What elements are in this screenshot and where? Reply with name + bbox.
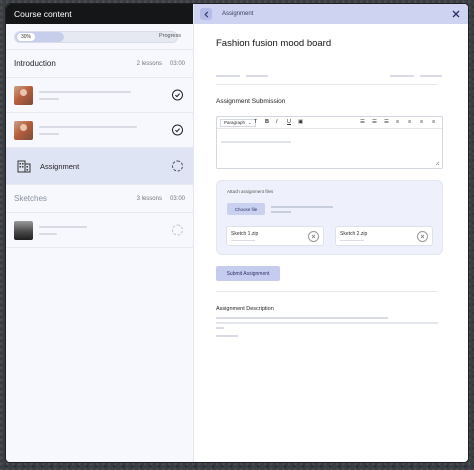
assignment-header: Assignment bbox=[194, 4, 468, 24]
attached-file: Sketch 2.zip bbox=[335, 226, 433, 246]
progress-percent: 30% bbox=[17, 32, 35, 41]
submit-assignment-button[interactable]: Submit Assignment bbox=[216, 266, 280, 281]
lesson-item[interactable] bbox=[6, 213, 193, 248]
divider bbox=[216, 291, 438, 292]
file-path-placeholder bbox=[271, 211, 291, 213]
align-justify-icon[interactable]: ≡ bbox=[432, 119, 435, 125]
lesson-text-placeholder bbox=[39, 125, 137, 135]
back-button[interactable] bbox=[200, 8, 212, 20]
lesson-thumbnail bbox=[14, 120, 33, 140]
file-name: Sketch 1.zip bbox=[231, 231, 259, 237]
lesson-thumbnail bbox=[14, 220, 33, 240]
lessons-count: 2 lessons bbox=[136, 60, 162, 67]
file-path-placeholder bbox=[271, 206, 333, 208]
rich-text-editor[interactable]: Paragraph ⌄ T B I U ▣ ☰ ☰ ☰ ≡ ≡ ≡ ≡ bbox=[216, 116, 443, 169]
incomplete-status-icon bbox=[172, 160, 183, 172]
section-duration: 03:00 bbox=[169, 195, 185, 202]
meta-placeholder bbox=[420, 75, 442, 77]
section-meta: 2 lessons 03:00 bbox=[137, 61, 185, 67]
section-title: Introduction bbox=[14, 59, 56, 68]
meta-placeholder bbox=[216, 75, 240, 77]
description-placeholder bbox=[216, 335, 238, 337]
align-right-icon[interactable]: ≡ bbox=[420, 119, 423, 125]
resize-handle-icon[interactable] bbox=[435, 161, 440, 166]
bold-icon[interactable]: B bbox=[265, 119, 269, 125]
description-title: Assignment Description bbox=[216, 306, 274, 312]
image-icon[interactable]: ▣ bbox=[298, 119, 303, 125]
assignment-label: Assignment bbox=[40, 161, 80, 171]
sidebar-title: Course content bbox=[14, 9, 72, 19]
divider bbox=[216, 84, 438, 85]
lesson-item[interactable] bbox=[6, 113, 193, 148]
indent-icon[interactable]: ☰ bbox=[384, 119, 389, 125]
section-introduction[interactable]: Introduction 2 lessons 03:00 bbox=[6, 50, 193, 78]
meta-placeholder bbox=[390, 75, 414, 77]
align-left-icon[interactable]: ≡ bbox=[396, 119, 399, 125]
header-title: Assignment bbox=[222, 11, 254, 17]
bullet-list-icon[interactable]: ☰ bbox=[360, 119, 365, 125]
meta-placeholder bbox=[246, 75, 268, 77]
description-placeholder bbox=[216, 317, 388, 319]
assignment-building-icon bbox=[17, 160, 31, 173]
chevron-left-icon bbox=[203, 10, 208, 18]
numbered-list-icon[interactable]: ☰ bbox=[372, 119, 377, 125]
progress-bar: 30% bbox=[14, 30, 178, 43]
lesson-text-placeholder bbox=[39, 90, 131, 100]
close-icon[interactable] bbox=[451, 9, 461, 19]
choose-file-button[interactable]: Choose file bbox=[227, 203, 265, 215]
underline-icon[interactable]: U bbox=[287, 119, 291, 125]
align-center-icon[interactable]: ≡ bbox=[408, 119, 411, 125]
attached-file: Sketch 1.zip bbox=[226, 226, 324, 246]
lessons-count: 3 lessons bbox=[136, 195, 162, 202]
submission-title: Assignment Submission bbox=[216, 98, 286, 105]
text-size-icon[interactable]: T bbox=[254, 119, 257, 125]
file-upload-card: Attach assignment files Choose file Sket… bbox=[216, 180, 443, 255]
app-window: Course content 30% Progress Introduction… bbox=[6, 4, 468, 462]
close-icon bbox=[420, 234, 425, 239]
description-placeholder bbox=[216, 327, 224, 329]
page-title: Fashion fusion mood board bbox=[216, 38, 332, 49]
editor-toolbar: Paragraph ⌄ T B I U ▣ ☰ ☰ ☰ ≡ ≡ ≡ ≡ bbox=[217, 117, 442, 129]
section-sketches[interactable]: Sketches 3 lessons 03:00 bbox=[6, 185, 193, 213]
close-icon bbox=[311, 234, 316, 239]
completed-check-icon bbox=[172, 124, 183, 136]
section-title: Sketches bbox=[14, 194, 47, 203]
course-sidebar: Course content 30% Progress Introduction… bbox=[6, 4, 194, 462]
completed-check-icon bbox=[172, 89, 183, 101]
lesson-item[interactable] bbox=[6, 78, 193, 113]
lesson-item-assignment[interactable]: Assignment bbox=[6, 148, 193, 185]
italic-icon[interactable]: I bbox=[276, 119, 278, 125]
assignment-panel: Assignment Fashion fusion mood board Ass… bbox=[194, 4, 468, 462]
description-placeholder bbox=[216, 322, 438, 324]
format-select[interactable]: Paragraph ⌄ bbox=[220, 118, 256, 127]
upload-label: Attach assignment files bbox=[227, 189, 274, 194]
format-select-value: Paragraph bbox=[224, 120, 246, 125]
file-name: Sketch 2.zip bbox=[340, 231, 368, 237]
remove-file-button[interactable] bbox=[417, 231, 428, 242]
section-duration: 03:00 bbox=[169, 60, 185, 67]
chevron-down-icon: ⌄ bbox=[248, 119, 252, 125]
incomplete-status-icon bbox=[172, 224, 183, 236]
remove-file-button[interactable] bbox=[308, 231, 319, 242]
progress-row: 30% Progress bbox=[6, 24, 193, 50]
progress-label: Progress bbox=[158, 33, 181, 39]
lesson-text-placeholder bbox=[39, 225, 87, 235]
section-meta: 3 lessons 03:00 bbox=[137, 196, 185, 202]
editor-text-placeholder bbox=[221, 141, 291, 143]
lesson-thumbnail bbox=[14, 85, 33, 105]
sidebar-header: Course content bbox=[6, 4, 193, 24]
